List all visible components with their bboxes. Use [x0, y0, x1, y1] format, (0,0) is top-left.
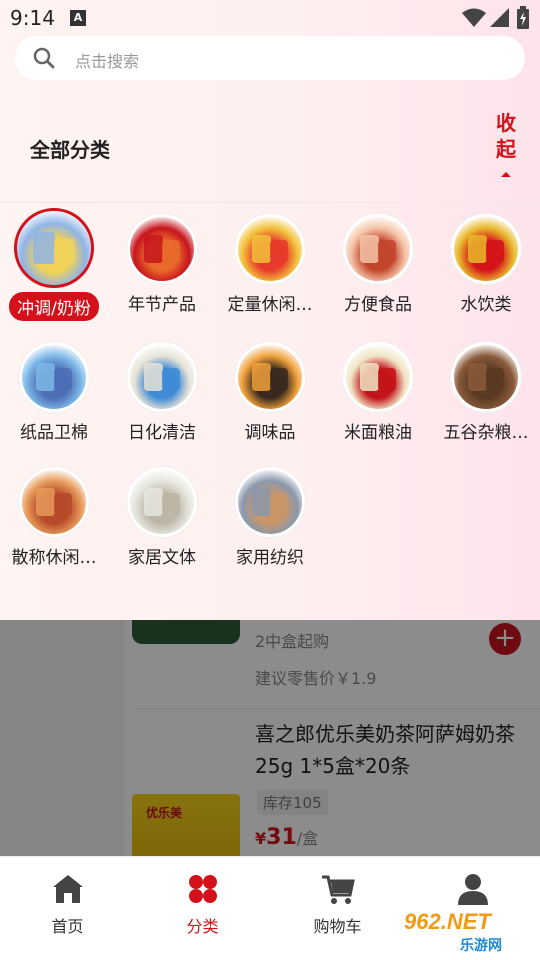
product-shape — [486, 240, 504, 264]
signal-icon — [490, 8, 509, 27]
nav-label: 分类 — [186, 917, 219, 936]
collapse-label: 收起 — [496, 111, 516, 161]
collapse-button[interactable]: 收起 — [490, 110, 522, 177]
category-label: 米面粮油 — [344, 423, 412, 443]
category-image — [451, 214, 521, 284]
product-shape — [144, 362, 164, 392]
cart-icon — [321, 875, 355, 904]
category-label: 定量休闲… — [227, 295, 313, 315]
nav-item-profile[interactable] — [405, 871, 540, 913]
product-shape — [54, 493, 72, 517]
category-label: 调味品 — [244, 423, 296, 443]
category-label: 日化清洁 — [128, 423, 196, 443]
category-item[interactable]: 调味品 — [216, 336, 324, 443]
category-item[interactable]: 纸品卫棉 — [0, 336, 108, 443]
category-image — [235, 342, 305, 412]
category-image — [14, 208, 94, 288]
category-item[interactable]: 水饮类 — [432, 208, 540, 315]
product-shape — [54, 368, 72, 392]
product-shape — [378, 368, 396, 392]
product-shape — [486, 368, 504, 392]
category-image — [19, 467, 89, 537]
product-shape — [162, 493, 180, 517]
category-icon — [188, 875, 217, 903]
category-image — [127, 214, 197, 284]
nav-item-home[interactable]: 首页 — [0, 871, 135, 937]
category-image — [235, 214, 305, 284]
category-item[interactable]: 定量休闲… — [216, 208, 324, 315]
category-image — [235, 467, 305, 537]
category-label: 家居文体 — [128, 548, 196, 568]
product-shape — [252, 234, 272, 264]
category-item[interactable]: 日化清洁 — [108, 336, 216, 443]
wifi-icon — [462, 8, 486, 27]
category-label: 冲调/奶粉 — [9, 292, 99, 321]
category-label: 年节产品 — [128, 295, 196, 315]
nav-label: 购物车 — [313, 917, 362, 936]
product-shape — [252, 487, 272, 517]
search-icon — [33, 47, 55, 69]
category-label: 纸品卫棉 — [20, 423, 88, 443]
category-image — [127, 467, 197, 537]
watermark-logo: 962.NET 乐游网 — [398, 909, 534, 955]
category-image — [343, 342, 413, 412]
product-shape — [378, 240, 396, 264]
category-label: 五谷杂粮… — [443, 423, 529, 443]
product-shape — [468, 234, 488, 264]
caret-up-icon — [501, 172, 511, 177]
notification-a-icon: A — [70, 10, 86, 26]
category-item[interactable]: 冲调/奶粉 — [0, 208, 108, 325]
category-label: 水饮类 — [460, 295, 512, 315]
category-item[interactable]: 年节产品 — [108, 208, 216, 315]
category-item[interactable]: 方便食品 — [324, 208, 432, 315]
category-image — [451, 342, 521, 412]
search-placeholder: 点击搜索 — [75, 52, 140, 71]
category-item[interactable]: 米面粮油 — [324, 336, 432, 443]
category-panel: 9:14 A 点击搜索 全部分类 收起 冲调/奶粉 年节产品 定量休闲… 方便食品 水饮… — [0, 0, 540, 620]
nav-item-cart[interactable]: 购物车 — [270, 871, 405, 937]
product-shape — [360, 234, 380, 264]
product-shape — [270, 493, 288, 517]
product-shape — [144, 234, 164, 264]
divider — [0, 202, 540, 203]
nav-label: 首页 — [51, 917, 84, 936]
status-time: 9:14 — [10, 6, 55, 30]
product-shape — [360, 362, 380, 392]
nav-item-category[interactable]: 分类 — [135, 871, 270, 937]
watermark-brand: 962.NET — [404, 909, 491, 934]
home-icon — [52, 875, 83, 903]
category-item[interactable]: 五谷杂粮… — [432, 336, 540, 443]
product-shape — [33, 231, 56, 265]
section-title: 全部分类 — [30, 138, 110, 162]
product-shape — [162, 368, 180, 392]
product-shape — [36, 487, 56, 517]
profile-icon — [457, 874, 488, 905]
category-label: 方便食品 — [344, 295, 412, 315]
category-item[interactable]: 家居文体 — [108, 461, 216, 568]
category-image — [127, 342, 197, 412]
category-item[interactable]: 家用纺织 — [216, 461, 324, 568]
category-item[interactable]: 散称休闲… — [0, 461, 108, 568]
product-shape — [270, 240, 288, 264]
status-bar: 9:14 A — [0, 0, 540, 36]
product-shape — [36, 362, 56, 392]
category-label: 家用纺织 — [236, 548, 304, 568]
watermark-site: 乐游网 — [460, 937, 502, 953]
product-shape — [144, 487, 164, 517]
product-shape — [252, 362, 272, 392]
product-shape — [468, 362, 488, 392]
battery-icon — [517, 6, 529, 29]
product-shape — [54, 237, 75, 265]
category-label: 散称休闲… — [11, 548, 97, 568]
category-image — [19, 342, 89, 412]
modal-dim-overlay[interactable] — [0, 620, 540, 856]
category-image — [343, 214, 413, 284]
search-input[interactable]: 点击搜索 — [15, 36, 525, 80]
product-shape — [162, 240, 180, 264]
product-shape — [270, 368, 288, 392]
